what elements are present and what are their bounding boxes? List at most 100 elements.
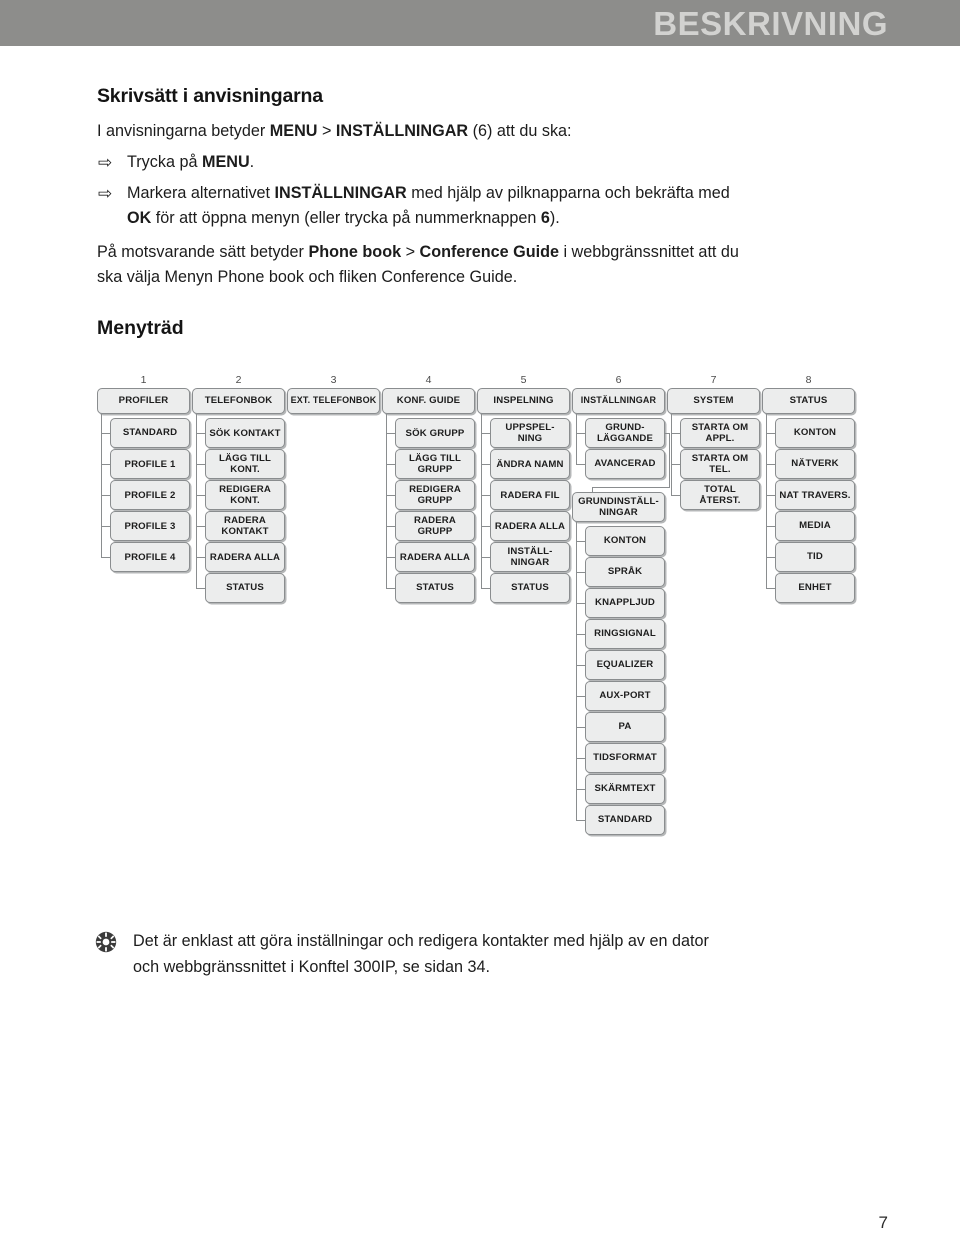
tree-node-7-2[interactable]: STARTA OM TEL. [680, 449, 760, 479]
tree-node-8-3[interactable]: NAT TRAVERS. [775, 480, 855, 510]
tree-node-1-1[interactable]: STANDARD [110, 418, 190, 448]
node-label: PROFILE 2 [124, 489, 176, 501]
tree-column-number-1: 1 [140, 374, 147, 386]
bullet-item-2: ⇨ Markera alternativet INSTÄLLNINGAR med… [97, 181, 887, 231]
tree-node-5-2[interactable]: ÄNDRA NAMN [490, 449, 570, 479]
tip-line-2: och webbgränssnittet i Konftel 300IP, se… [133, 958, 490, 976]
tree-node-4-2[interactable]: LÄGG TILL GRUPP [395, 449, 475, 479]
tree-node-2-1[interactable]: SÖK KONTAKT [205, 418, 285, 448]
tree-node-2-6[interactable]: STATUS [205, 573, 285, 603]
tree-node-4-1[interactable]: SÖK GRUPP [395, 418, 475, 448]
tree-subnode-6-1[interactable]: KONTON [585, 526, 665, 556]
tree-connector-h-8-4 [766, 525, 775, 527]
node-label: NÄTVERK [791, 458, 839, 470]
tree-subnode-6-10[interactable]: STANDARD [585, 805, 665, 835]
tree-node-6-1[interactable]: GRUND- LÄGGANDE [585, 418, 665, 448]
tree-node-2-2[interactable]: LÄGG TILL KONT. [205, 449, 285, 479]
node-label: RADERA ALLA [494, 520, 566, 532]
bullet-item-1-text: Trycka på MENU. [127, 150, 254, 175]
bullet-2-line2-bold2: 6 [540, 209, 550, 227]
tree-node-8-6[interactable]: ENHET [775, 573, 855, 603]
tree-root-6[interactable]: INSTÄLLNINGAR [572, 388, 665, 414]
tree-root-2[interactable]: TELEFONBOK [192, 388, 285, 414]
tree-node-2-5[interactable]: RADERA ALLA [205, 542, 285, 572]
tree-node-6-2[interactable]: AVANCERAD [585, 449, 665, 479]
tree-node-8-4[interactable]: MEDIA [775, 511, 855, 541]
node-label: RADERA ALLA [399, 551, 471, 563]
tree-node-5-3[interactable]: RADERA FIL [490, 480, 570, 510]
tree-subroot-6[interactable]: GRUNDINSTÄLL- NINGAR [572, 492, 665, 522]
bullet-1-bold: MENU [201, 153, 250, 171]
tree-connector-h-8-1 [766, 432, 775, 434]
tree-subnode-6-3[interactable]: KNAPPLJUD [585, 588, 665, 618]
node-label: SYSTEM [693, 395, 734, 407]
tip-note: Det är enklast att göra inställningar oc… [95, 928, 865, 980]
node-label: INSTÄLLNINGAR [580, 395, 657, 406]
tree-connector-sub-v [576, 522, 578, 820]
tree-connector-h-1-1 [101, 432, 110, 434]
tree-subnode-6-4[interactable]: RINGSIGNAL [585, 619, 665, 649]
tree-node-5-1[interactable]: UPPSPEL- NING [490, 418, 570, 448]
tree-node-8-5[interactable]: TID [775, 542, 855, 572]
tree-connector-sub-h-5 [576, 664, 585, 666]
tree-node-7-1[interactable]: STARTA OM APPL. [680, 418, 760, 448]
tree-connector-h-4-1 [386, 432, 395, 434]
tree-node-2-3[interactable]: REDIGERA KONT. [205, 480, 285, 510]
tree-subnode-6-8[interactable]: TIDSFORMAT [585, 743, 665, 773]
node-label: KONTON [793, 427, 837, 439]
tree-connector-v-4 [386, 414, 388, 588]
tree-subnode-6-7[interactable]: PA [585, 712, 665, 742]
star-tip-icon [95, 931, 119, 953]
tree-connector-sub-h-8 [576, 757, 585, 759]
tree-subnode-6-2[interactable]: SPRÅK [585, 557, 665, 587]
tree-node-1-4[interactable]: PROFILE 3 [110, 511, 190, 541]
tree-node-5-4[interactable]: RADERA ALLA [490, 511, 570, 541]
tree-node-8-1[interactable]: KONTON [775, 418, 855, 448]
tree-node-4-3[interactable]: REDIGERA GRUPP [395, 480, 475, 510]
tree-node-1-3[interactable]: PROFILE 2 [110, 480, 190, 510]
bullet-2-post: med hjälp av pilknapparna och bekräfta m… [406, 184, 730, 202]
tree-connector-h-1-2 [101, 463, 110, 465]
node-label: RINGSIGNAL [594, 628, 656, 640]
tree-node-4-4[interactable]: RADERA GRUPP [395, 511, 475, 541]
tree-node-2-4[interactable]: RADERA KONTAKT [205, 511, 285, 541]
tree-node-7-3[interactable]: TOTAL ÅTERST. [680, 480, 760, 510]
bullet-2-line2-bold: OK [127, 209, 152, 227]
node-label: PROFILER [118, 395, 169, 407]
tree-root-5[interactable]: INSPELNING [477, 388, 570, 414]
instruction-bullets: ⇨ Trycka på MENU. ⇨ Markera alternativet… [97, 150, 887, 231]
tree-root-3[interactable]: EXT. TELEFONBOK [287, 388, 380, 414]
tree-subnode-6-5[interactable]: EQUALIZER [585, 650, 665, 680]
tree-subnode-6-6[interactable]: AUX-PORT [585, 681, 665, 711]
menu-tree-diagram: 1 PROFILER STANDARD PROFILE 1 PROFILE 2 PROFI… [97, 374, 887, 874]
tree-connector-v-5 [481, 414, 483, 588]
node-label: SÖK GRUPP [405, 427, 465, 439]
bullet-2-bold: INSTÄLLNINGAR [274, 184, 407, 202]
node-label: TELEFONBOK [204, 395, 273, 407]
tree-root-7[interactable]: SYSTEM [667, 388, 760, 414]
tree-connector-h-2-4 [196, 525, 205, 527]
tree-connector-v-6 [576, 414, 578, 464]
tree-column-number-5: 5 [520, 374, 527, 386]
intro-lead-text: I anvisningarna betyder [97, 122, 270, 140]
tree-root-1[interactable]: PROFILER [97, 388, 190, 414]
tree-connector-v-1 [101, 414, 103, 557]
tree-subnode-6-9[interactable]: SKÄRMTEXT [585, 774, 665, 804]
para2-phonebook: Phone book [308, 243, 402, 261]
tree-node-5-5[interactable]: INSTÄLL- NINGAR [490, 542, 570, 572]
tree-root-8[interactable]: STATUS [762, 388, 855, 414]
tree-connector-h-6-2 [576, 463, 585, 465]
menytrad-title: Menyträd [97, 317, 184, 339]
tree-root-4[interactable]: KONF. GUIDE [382, 388, 475, 414]
tree-connector-h-5-5 [481, 556, 490, 558]
tree-connector-h-1-3 [101, 494, 110, 496]
tree-node-4-6[interactable]: STATUS [395, 573, 475, 603]
tree-node-5-6[interactable]: STATUS [490, 573, 570, 603]
tree-node-4-5[interactable]: RADERA ALLA [395, 542, 475, 572]
tree-node-8-2[interactable]: NÄTVERK [775, 449, 855, 479]
tree-connector-v-8 [766, 414, 768, 588]
tip-note-text: Det är enklast att göra inställningar oc… [133, 928, 709, 980]
tree-node-1-5[interactable]: PROFILE 4 [110, 542, 190, 572]
tree-node-1-2[interactable]: PROFILE 1 [110, 449, 190, 479]
content-area: Skrivsätt i anvisningarna I anvisningarn… [97, 85, 887, 340]
